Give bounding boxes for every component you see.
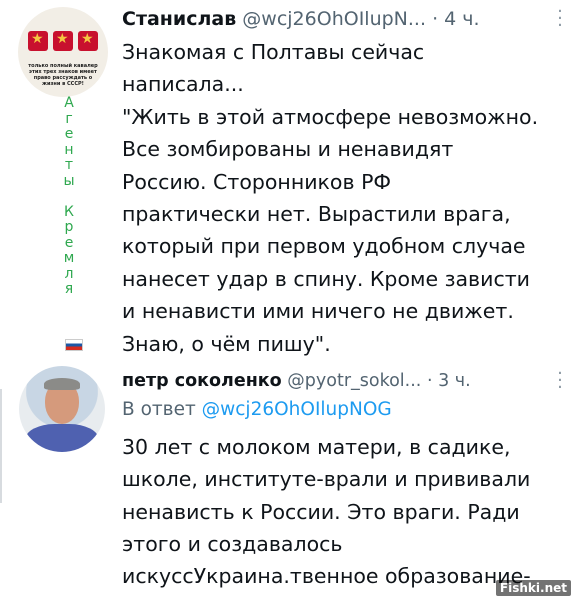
tweet[interactable]: только полный кавалер этих трех знаков и…: [0, 0, 577, 362]
more-vertical-icon[interactable]: · · ·: [557, 3, 563, 35]
reply-to-line: В ответ @wcj26OhOIlupNOG: [122, 397, 392, 423]
reply-thread-edge: [0, 389, 8, 503]
timestamp[interactable]: 3 ч.: [438, 371, 471, 391]
author-handle[interactable]: @pyotr_sokol...: [287, 371, 421, 391]
avatar[interactable]: только полный кавалер этих трех знаков и…: [18, 7, 108, 97]
tweet-text: Знакомая с Полтавы сейчас написала... "Ж…: [122, 40, 539, 356]
russian-flag-icon: [65, 339, 83, 351]
tweet-header: петр соколенко @pyotr_sokol... · 3 ч. · ·…: [122, 365, 567, 397]
tweet-text: 30 лет с молоком матери, в садике, школе…: [122, 435, 531, 589]
author-name[interactable]: Станислав: [122, 8, 236, 30]
tweet-header: Станислав @wcj26OhOIlupN... · 4 ч. · · ·: [122, 3, 567, 35]
tweet[interactable]: петр соколенко @pyotr_sokol... · 3 ч. · ·…: [0, 362, 577, 600]
author-name[interactable]: петр соколенко: [122, 371, 282, 391]
soviet-badge-icon: [28, 31, 48, 51]
author-handle[interactable]: @wcj26OhOIlupN...: [242, 8, 426, 30]
reply-prefix: В ответ: [122, 399, 196, 420]
avatar-caption: только полный кавалер этих трех знаков и…: [28, 63, 98, 87]
separator-dot: ·: [426, 371, 433, 391]
separator-dot: ·: [432, 8, 439, 30]
soviet-badge-icon: [53, 31, 73, 51]
reply-handle-link[interactable]: @wcj26OhOIlupNOG: [202, 399, 392, 420]
vertical-tag: А г е н т ы К р е м л я: [63, 95, 75, 297]
more-vertical-icon[interactable]: · · ·: [557, 365, 563, 397]
watermark: Fishki.net: [495, 580, 571, 596]
timestamp[interactable]: 4 ч.: [444, 8, 479, 30]
soviet-badge-icon: [78, 31, 98, 51]
avatar[interactable]: [19, 366, 105, 452]
